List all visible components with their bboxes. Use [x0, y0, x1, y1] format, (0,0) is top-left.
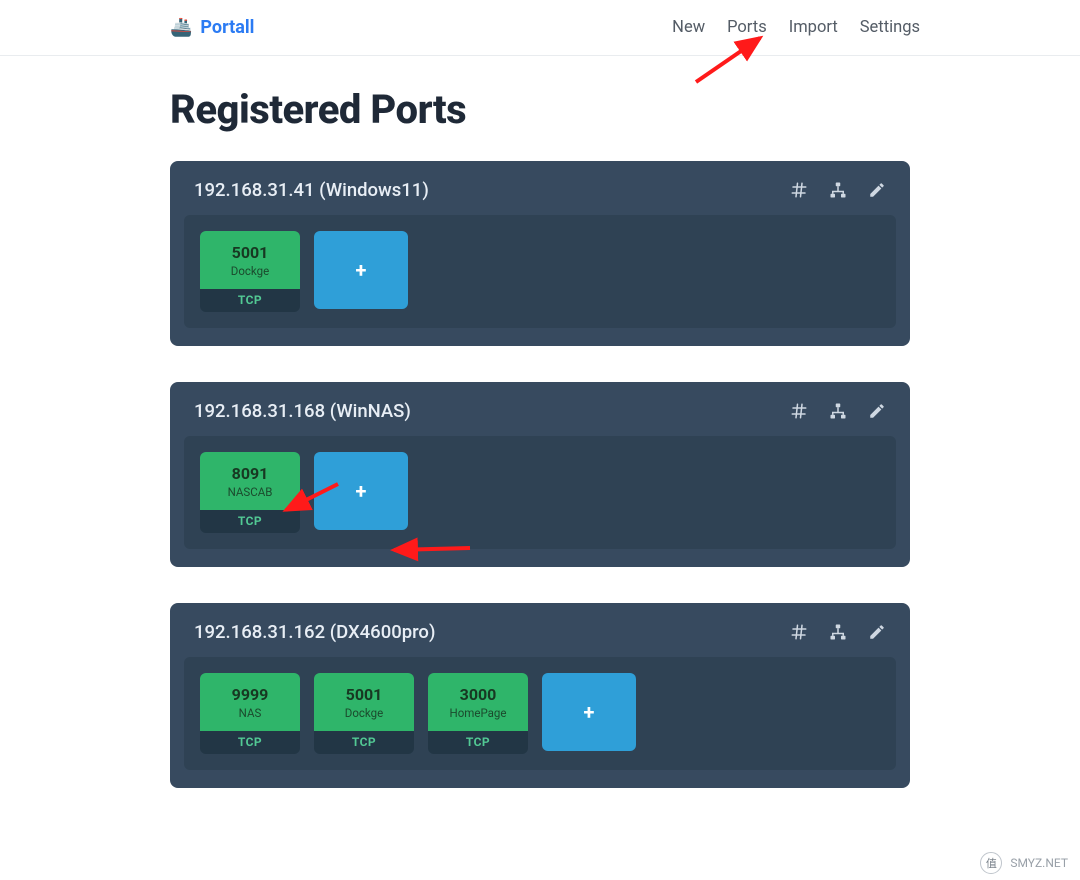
- topbar: 🚢 Portall New Ports Import Settings: [0, 0, 1080, 56]
- watermark-text: SMYZ.NET: [1010, 856, 1068, 870]
- page: Registered Ports 192.168.31.41 (Windows1…: [0, 56, 1080, 864]
- edit-icon[interactable]: [868, 181, 886, 199]
- port-card-main[interactable]: 3000 HomePage: [428, 673, 528, 731]
- add-port-button[interactable]: +: [542, 673, 636, 751]
- port-card-main[interactable]: 8091 NASCAB: [200, 452, 300, 510]
- port-protocol: TCP: [200, 289, 300, 312]
- port-card[interactable]: 5001 Dockge TCP: [200, 231, 300, 312]
- nav-links: New Ports Import Settings: [672, 18, 920, 37]
- nav-new[interactable]: New: [672, 18, 705, 37]
- network-icon[interactable]: [828, 623, 848, 641]
- port-card-main[interactable]: 5001 Dockge: [314, 673, 414, 731]
- host-ip: 192.168.31.162: [194, 621, 325, 643]
- nav-import[interactable]: Import: [789, 18, 838, 37]
- host-actions: [790, 181, 886, 199]
- add-port-button[interactable]: +: [314, 452, 408, 530]
- port-protocol: TCP: [200, 731, 300, 754]
- network-icon[interactable]: [828, 402, 848, 420]
- hash-icon[interactable]: [790, 402, 808, 420]
- ports-row: 9999 NAS TCP 5001 Dockge TCP 3000 HomePa…: [184, 657, 896, 770]
- host-ip: 192.168.31.168: [194, 400, 325, 422]
- host-title: 192.168.31.168 (WinNAS): [194, 400, 411, 422]
- host-actions: [790, 402, 886, 420]
- port-card-main[interactable]: 5001 Dockge: [200, 231, 300, 289]
- port-card-main[interactable]: 9999 NAS: [200, 673, 300, 731]
- host-card: 192.168.31.41 (Windows11) 5001 Dockge TC…: [170, 161, 910, 346]
- port-card[interactable]: 8091 NASCAB TCP: [200, 452, 300, 533]
- watermark: 值 SMYZ.NET: [980, 852, 1068, 874]
- edit-icon[interactable]: [868, 402, 886, 420]
- host-card: 192.168.31.168 (WinNAS) 8091 NASCAB TCP …: [170, 382, 910, 567]
- ship-icon: 🚢: [170, 17, 192, 38]
- port-number: 5001: [232, 243, 269, 262]
- brand[interactable]: 🚢 Portall: [170, 17, 254, 38]
- host-actions: [790, 623, 886, 641]
- port-number: 3000: [460, 685, 497, 704]
- port-name: Dockge: [231, 264, 269, 278]
- port-card[interactable]: 9999 NAS TCP: [200, 673, 300, 754]
- port-protocol: TCP: [200, 510, 300, 533]
- port-name: HomePage: [450, 706, 507, 720]
- host-header: 192.168.31.162 (DX4600pro): [170, 603, 910, 657]
- host-header: 192.168.31.41 (Windows11): [170, 161, 910, 215]
- ports-row: 5001 Dockge TCP +: [184, 215, 896, 328]
- host-ip: 192.168.31.41: [194, 179, 315, 201]
- host-card: 192.168.31.162 (DX4600pro) 9999 NAS TCP …: [170, 603, 910, 788]
- host-label: WinNAS: [336, 400, 404, 422]
- ports-row: 8091 NASCAB TCP +: [184, 436, 896, 549]
- edit-icon[interactable]: [868, 623, 886, 641]
- network-icon[interactable]: [828, 181, 848, 199]
- host-title: 192.168.31.162 (DX4600pro): [194, 621, 435, 643]
- add-port-button[interactable]: +: [314, 231, 408, 309]
- port-protocol: TCP: [428, 731, 528, 754]
- brand-name: Portall: [200, 17, 254, 38]
- watermark-badge-icon: 值: [980, 852, 1002, 874]
- host-label: Windows11: [326, 179, 423, 201]
- port-name: NASCAB: [228, 485, 273, 499]
- port-name: Dockge: [345, 706, 383, 720]
- port-number: 8091: [232, 464, 269, 483]
- hash-icon[interactable]: [790, 623, 808, 641]
- nav-ports[interactable]: Ports: [727, 18, 767, 37]
- host-header: 192.168.31.168 (WinNAS): [170, 382, 910, 436]
- page-title: Registered Ports: [170, 86, 910, 133]
- port-number: 9999: [232, 685, 269, 704]
- port-name: NAS: [239, 706, 262, 720]
- host-title: 192.168.31.41 (Windows11): [194, 179, 429, 201]
- hash-icon[interactable]: [790, 181, 808, 199]
- port-number: 5001: [346, 685, 383, 704]
- port-card[interactable]: 5001 Dockge TCP: [314, 673, 414, 754]
- port-card[interactable]: 3000 HomePage TCP: [428, 673, 528, 754]
- port-protocol: TCP: [314, 731, 414, 754]
- nav-settings[interactable]: Settings: [860, 18, 920, 37]
- host-label: DX4600pro: [336, 621, 429, 643]
